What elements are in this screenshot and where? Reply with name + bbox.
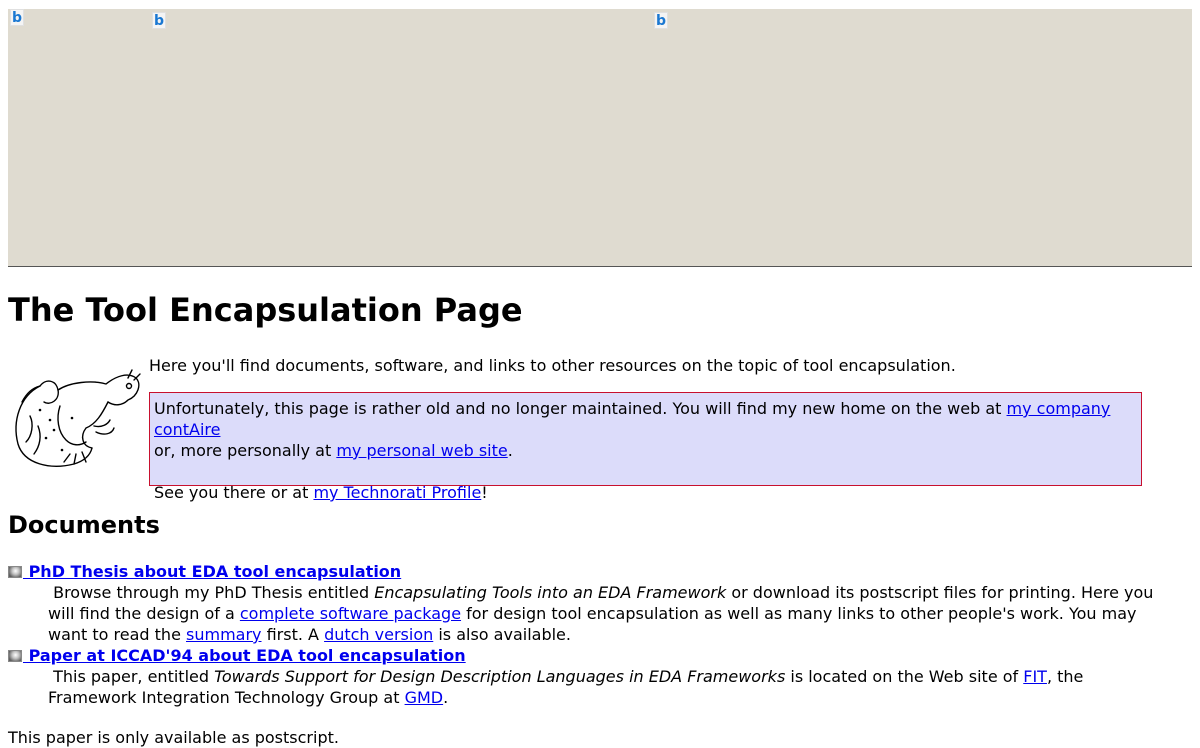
iccad-paper-link[interactable]: Paper at ICCAD'94 about EDA tool encapsu…	[23, 646, 466, 665]
dragon-mascot-icon	[15, 369, 141, 467]
bullet-icon	[8, 566, 22, 578]
phd-thesis-link[interactable]: PhD Thesis about EDA tool encapsulation	[23, 562, 402, 581]
gmd-link[interactable]: GMD	[405, 688, 444, 707]
broken-image-icon[interactable]: b	[654, 12, 668, 29]
fit-link[interactable]: FIT	[1023, 667, 1047, 686]
document-item: Paper at ICCAD'94 about EDA tool encapsu…	[8, 645, 466, 666]
postscript-note: This paper is only available as postscri…	[8, 728, 339, 747]
notice-text: Unfortunately, this page is rather old a…	[154, 399, 1007, 418]
broken-image-icon[interactable]: b	[10, 9, 24, 26]
notice-text: .	[507, 441, 513, 460]
paper-title: Towards Support for Design Description L…	[214, 667, 786, 686]
dutch-version-link[interactable]: dutch version	[324, 625, 433, 644]
notice-text: !	[481, 483, 488, 502]
document-description: This paper, entitled Towards Support for…	[48, 667, 1084, 707]
broken-image-icon[interactable]: b	[152, 12, 166, 29]
personal-site-link[interactable]: my personal web site	[336, 441, 507, 460]
thesis-title: Encapsulating Tools into an EDA Framewor…	[374, 583, 727, 602]
notice-text: See you there or at	[154, 483, 314, 502]
summary-link[interactable]: summary	[186, 625, 262, 644]
technorati-link[interactable]: my Technorati Profile	[313, 483, 481, 502]
notice-text: or, more personally at	[154, 441, 337, 460]
notice-box: Unfortunately, this page is rather old a…	[149, 392, 1142, 502]
bullet-icon	[8, 650, 22, 662]
software-package-link[interactable]: complete software package	[240, 604, 461, 623]
document-item: PhD Thesis about EDA tool encapsulation	[8, 561, 401, 582]
intro-text: Here you'll find documents, software, an…	[149, 356, 956, 375]
document-description: Browse through my PhD Thesis entitled En…	[48, 583, 1154, 644]
page-title: The Tool Encapsulation Page	[8, 291, 523, 329]
documents-heading: Documents	[8, 511, 160, 539]
top-banner: b b b	[8, 9, 1192, 267]
